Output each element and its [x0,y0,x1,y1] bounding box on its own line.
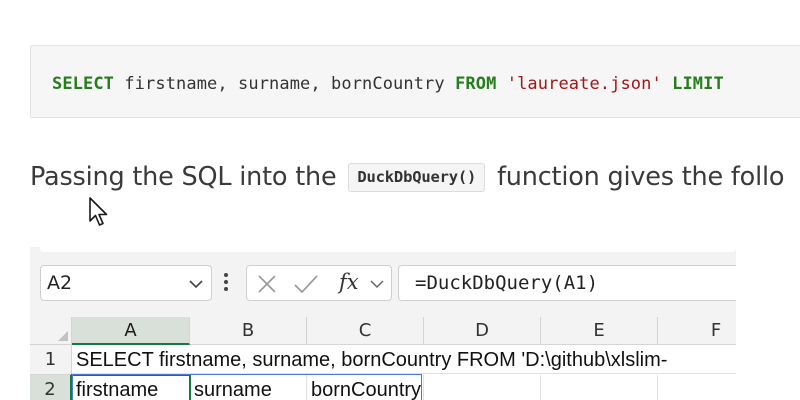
worksheet-grid: A B C D E F 1 2 SELECT firstname, surnam… [30,317,736,400]
body-paragraph: Passing the SQL into the DuckDbQuery() f… [30,162,784,195]
ribbon-edge [40,247,736,252]
sql-string-literal: 'laureate.json' [506,74,662,94]
paragraph-text-after: function gives the follo [489,162,785,192]
more-vertical-icon[interactable] [223,271,229,293]
cell-c2[interactable]: bornCountry [307,375,424,400]
column-header-c[interactable]: C [307,317,424,345]
select-all-button[interactable] [30,317,72,345]
column-header-e[interactable]: E [541,317,658,345]
excel-window: A2 fx =DuckDbQuery(A1) A B C D E F 1 2 S… [30,247,736,400]
cell-d2[interactable] [424,375,541,400]
cell-a2[interactable]: firstname [71,374,191,400]
chevron-down-icon[interactable] [189,279,203,289]
cell-e2[interactable] [541,375,658,400]
mouse-pointer-icon [89,197,108,226]
insert-function-icon[interactable]: fx [339,270,359,294]
name-box[interactable]: A2 [40,265,212,301]
cell-area: SELECT firstname, surname, bornCountry F… [71,345,736,400]
formula-input[interactable]: =DuckDbQuery(A1) [398,265,736,301]
code-block: SELECT firstname, surname, bornCountry F… [30,45,800,118]
enter-check-icon[interactable] [293,273,319,295]
cell-b2[interactable]: surname [190,375,307,400]
inline-code-function: DuckDbQuery() [348,163,486,192]
paragraph-text-before: Passing the SQL into the [30,162,345,192]
row-header-1[interactable]: 1 [30,345,72,375]
formula-bar-buttons: fx [246,265,392,301]
cell-a1[interactable]: SELECT firstname, surname, bornCountry F… [72,345,736,374]
sql-keyword-limit: LIMIT [672,74,724,94]
column-header-b[interactable]: B [190,317,307,345]
cancel-icon[interactable] [256,273,278,295]
formula-text: =DuckDbQuery(A1) [415,272,599,294]
chevron-down-icon[interactable] [369,279,385,289]
row-header-2[interactable]: 2 [30,375,72,400]
sql-keyword-from: FROM [455,74,497,94]
sql-keyword-select: SELECT [52,74,115,94]
cell-f2[interactable] [658,375,736,400]
column-header-a[interactable]: A [72,317,190,345]
sql-code-line: SELECT firstname, surname, bornCountry F… [52,74,724,94]
column-header-d[interactable]: D [424,317,541,345]
name-box-value: A2 [47,272,73,294]
column-header-f[interactable]: F [658,317,736,345]
sql-columns: firstname, surname, bornCountry [114,74,456,94]
